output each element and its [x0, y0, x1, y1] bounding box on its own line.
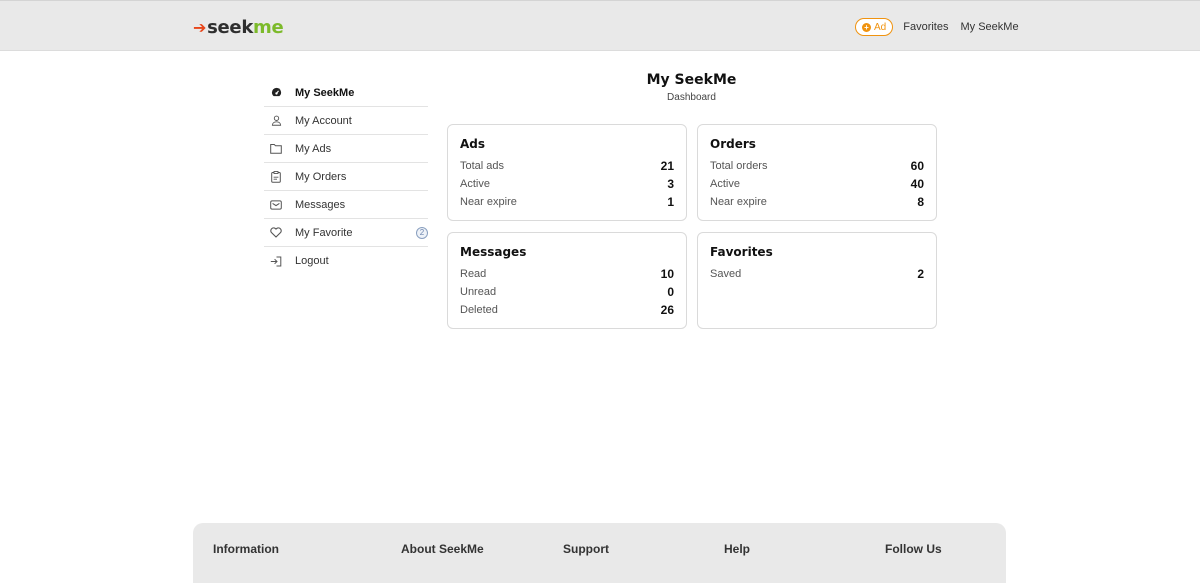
folder-icon: [270, 143, 282, 155]
post-ad-label: Ad: [874, 21, 887, 33]
page-title: My SeekMe: [646, 72, 737, 88]
ads-card: Ads Total ads 21 Active 3 Near expire 1: [447, 124, 687, 221]
orders-card: Orders Total orders 60 Active 40 Near expi…: [697, 124, 937, 221]
favorites-card: Favorites Saved 2: [697, 232, 937, 329]
logout-icon: [270, 255, 282, 267]
seekme-logo[interactable]: ➔ seek me: [193, 15, 284, 39]
dashboard-icon: [270, 87, 282, 99]
footer-heading-follow-us: Follow Us: [885, 542, 942, 556]
envelope-icon: [270, 199, 282, 211]
footer-heading-support: Support: [563, 542, 609, 556]
card-title: Favorites: [710, 245, 773, 259]
stat-value: 26: [660, 303, 674, 317]
user-icon: [270, 115, 282, 127]
stat-value: 10: [660, 267, 674, 281]
top-header: ➔ seek me + Ad Favorites My SeekMe: [0, 0, 1200, 51]
favorites-count-badge: 2: [416, 227, 428, 239]
stat-label: Total orders: [710, 160, 768, 172]
stat-value: 3: [667, 177, 674, 191]
card-title: Orders: [710, 137, 756, 151]
sidebar-item-label: Messages: [295, 198, 346, 211]
footer-heading-help: Help: [724, 542, 751, 556]
sidebar-item-messages[interactable]: Messages: [264, 191, 428, 219]
stat-row: Active 3: [460, 175, 674, 193]
stat-row: Deleted 26: [460, 301, 674, 319]
stat-row: Total ads 21: [460, 157, 674, 175]
stat-label: Active: [710, 178, 740, 190]
nav-link-favorites[interactable]: Favorites: [903, 21, 948, 33]
clipboard-icon: [270, 170, 282, 183]
stat-value: 8: [917, 195, 924, 209]
site-footer: Information About SeekMe Support Help Fo…: [193, 523, 1006, 583]
stat-row: Unread 0: [460, 283, 674, 301]
sidebar-item-my-seekme[interactable]: My SeekMe: [264, 79, 428, 107]
sidebar-item-label: My Favorite: [295, 226, 353, 239]
stat-label: Active: [460, 178, 490, 190]
sidebar-item-label: My Account: [295, 114, 352, 127]
card-title: Ads: [460, 137, 486, 151]
sidebar-item-logout[interactable]: Logout: [264, 247, 428, 275]
stat-value: 1: [667, 195, 674, 209]
stat-label: Total ads: [460, 160, 505, 172]
page-header: My SeekMe Dashboard: [447, 72, 936, 103]
stat-label: Deleted: [460, 304, 498, 316]
page-subtitle: Dashboard: [667, 92, 716, 103]
sidebar-item-my-account[interactable]: My Account: [264, 107, 428, 135]
logo-text-me: me: [253, 16, 284, 38]
stat-row: Total orders 60: [710, 157, 924, 175]
stat-value: 0: [667, 285, 674, 299]
sidebar-item-my-favorite[interactable]: My Favorite 2: [264, 219, 428, 247]
stat-label: Unread: [460, 286, 497, 298]
stat-value: 60: [910, 159, 924, 173]
header-nav: + Ad Favorites My SeekMe: [855, 18, 1031, 36]
sidebar-item-label: Logout: [295, 255, 329, 267]
stat-label: Near expire: [460, 196, 517, 208]
stat-row: Active 40: [710, 175, 924, 193]
logo-text-seek: seek: [207, 16, 254, 38]
stat-label: Read: [460, 268, 487, 280]
footer-heading-information: Information: [213, 542, 279, 556]
heart-icon: [270, 227, 282, 239]
stat-value: 2: [917, 267, 924, 281]
post-ad-button[interactable]: + Ad: [855, 18, 894, 36]
sidebar-item-label: My Orders: [295, 170, 347, 183]
sidebar-item-my-orders[interactable]: My Orders: [264, 163, 428, 191]
stat-row: Near expire 8: [710, 193, 924, 211]
stat-row: Saved 2: [710, 265, 924, 283]
stat-label: Near expire: [710, 196, 767, 208]
stat-value: 40: [910, 177, 924, 191]
stat-row: Read 10: [460, 265, 674, 283]
account-sidebar: My SeekMe My Account My Ads My Orders Me…: [264, 79, 428, 275]
messages-card: Messages Read 10 Unread 0 Deleted 26: [447, 232, 687, 329]
stat-row: Near expire 1: [460, 193, 674, 211]
stat-label: Saved: [710, 268, 742, 280]
stat-value: 21: [660, 159, 674, 173]
sidebar-item-label: My Ads: [295, 142, 332, 155]
nav-link-my-seekme[interactable]: My SeekMe: [960, 21, 1018, 33]
card-title: Messages: [460, 245, 527, 259]
sidebar-item-my-ads[interactable]: My Ads: [264, 135, 428, 163]
logo-arrow-icon: ➔: [193, 17, 207, 37]
sidebar-item-label: My SeekMe: [295, 86, 355, 99]
plus-icon: +: [862, 22, 871, 32]
footer-heading-about: About SeekMe: [401, 542, 484, 556]
